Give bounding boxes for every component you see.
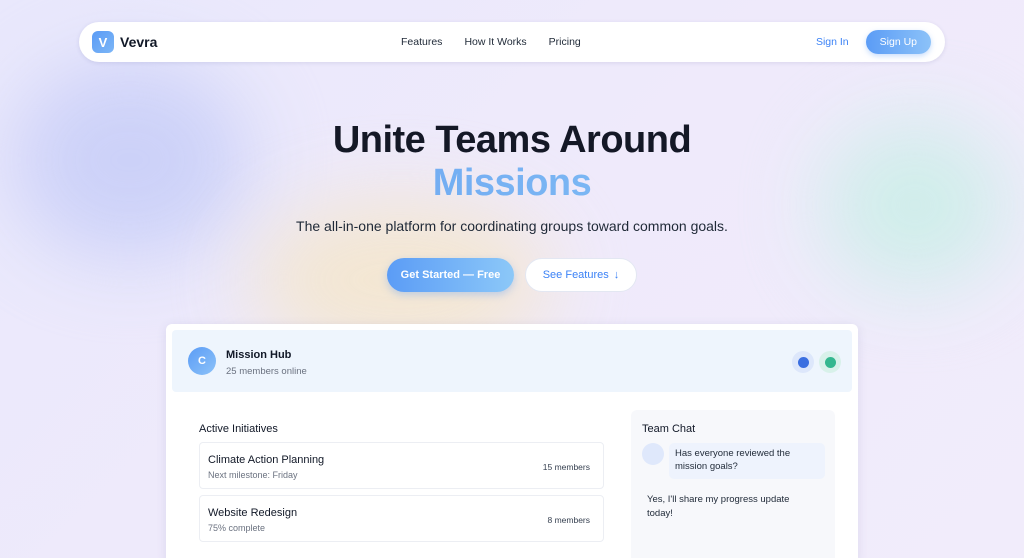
initiative-name: Website Redesign: [208, 507, 298, 519]
nav-link-features[interactable]: Features: [401, 36, 442, 48]
app-preview-panel: C Mission Hub 25 members online Active I…: [166, 324, 858, 558]
team-chat-title: Team Chat: [642, 423, 696, 435]
brand-name: Vevra: [120, 34, 158, 50]
hub-title: Mission Hub: [226, 349, 292, 361]
hero-subtitle: The all-in-one platform for coordinating…: [296, 218, 728, 234]
presence-dot-icon: [824, 356, 836, 368]
nav-links: Features How It Works Pricing: [401, 22, 581, 62]
list-item[interactable]: Website Redesign 75% complete 8 members: [199, 495, 604, 542]
brand[interactable]: V Vevra: [92, 31, 157, 53]
sign-in-link[interactable]: Sign In: [816, 36, 849, 48]
chat-message: Yes, I'll share my progress update today…: [647, 494, 790, 519]
get-started-button[interactable]: Get Started — Free: [387, 258, 514, 292]
auth-actions: Sign In Sign Up: [816, 22, 931, 62]
logo-icon: V: [92, 31, 114, 53]
see-features-button[interactable]: See Features ↓: [525, 258, 637, 292]
initiative-member-count: 8 members: [547, 515, 590, 525]
hero-title: Unite Teams Around Missions: [0, 118, 1024, 204]
hero-title-line: Unite Teams Around: [332, 119, 692, 161]
active-initiatives-title: Active Initiatives: [199, 423, 278, 435]
list-item[interactable]: Climate Action Planning Next milestone: …: [199, 442, 604, 489]
arrow-down-icon: ↓: [613, 269, 620, 281]
initiative-detail: Next milestone: Friday: [208, 470, 298, 480]
avatar: C: [188, 347, 216, 375]
presence-dot-icon: [797, 356, 809, 368]
initiative-member-count: 15 members: [542, 462, 590, 472]
hero-title-accent: Missions: [0, 162, 1024, 204]
initiative-detail: 75% complete: [208, 523, 266, 533]
nav-link-pricing[interactable]: Pricing: [549, 36, 581, 48]
avatar: [642, 443, 664, 465]
sign-up-button[interactable]: Sign Up: [865, 30, 931, 54]
mission-hub-header: C Mission Hub 25 members online: [172, 330, 852, 392]
top-navbar: V Vevra Features How It Works Pricing Si…: [79, 22, 945, 62]
get-started-label: Get Started — Free: [400, 269, 501, 281]
chat-message: Has everyone reviewed the mission goals?: [669, 443, 825, 479]
cta-row: Get Started — Free See Features ↓: [0, 258, 1024, 292]
see-features-label: See Features: [542, 269, 609, 281]
nav-link-how-it-works[interactable]: How It Works: [464, 36, 526, 48]
hub-members-online: 25 members online: [226, 366, 307, 377]
presence-dot-icon-blue: [792, 351, 814, 373]
presence-dot-icon-green: [819, 351, 841, 373]
team-chat: Team Chat Has everyone reviewed the miss…: [631, 410, 835, 558]
initiative-name: Climate Action Planning: [208, 454, 325, 466]
